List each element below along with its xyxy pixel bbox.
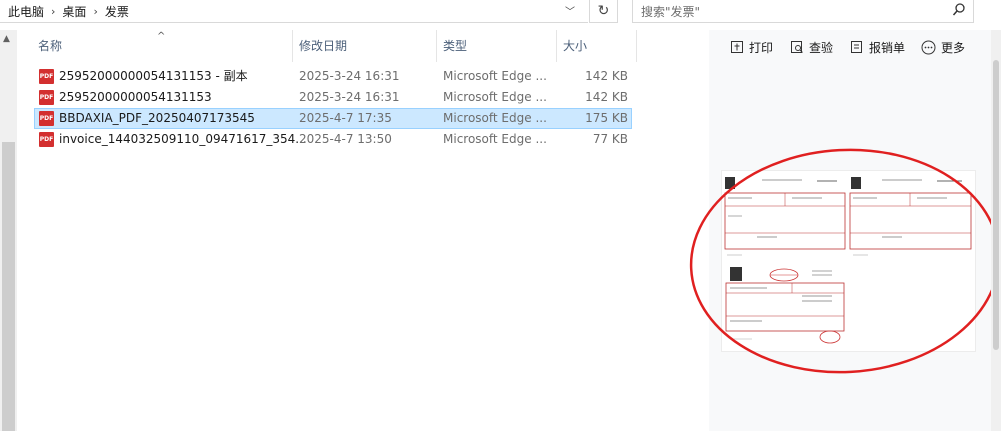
column-divider[interactable]: [556, 30, 557, 62]
breadcrumb-invoice-folder[interactable]: 发票: [105, 3, 129, 20]
report-label: 报销单: [869, 40, 906, 55]
address-bar[interactable]: 此电脑 › 桌面 › 发票 ﹀: [0, 0, 588, 23]
refresh-button[interactable]: ↻: [589, 0, 618, 23]
file-date: 2025-4-7 17:35: [299, 111, 392, 125]
column-divider[interactable]: [436, 30, 437, 62]
column-header-size[interactable]: 大小: [563, 30, 587, 62]
file-type: Microsoft Edge ...: [443, 132, 547, 146]
file-row[interactable]: PDF 25952000000054131153 2025-3-24 16:31…: [34, 87, 632, 108]
column-header-type[interactable]: 类型: [443, 30, 467, 62]
check-label: 查验: [809, 40, 834, 55]
file-type: Microsoft Edge ...: [443, 69, 547, 83]
report-icon: [851, 41, 862, 53]
vertical-scrollbar[interactable]: ▲: [0, 30, 17, 431]
pdf-icon: PDF: [39, 90, 54, 105]
breadcrumb-separator-icon: ›: [93, 4, 98, 18]
file-name: 25952000000054131153: [59, 90, 212, 104]
scrollbar-thumb[interactable]: [2, 142, 15, 431]
check-icon: [791, 41, 803, 53]
file-name: invoice_144032509110_09471617_354...: [59, 132, 307, 146]
more-icon: [921, 40, 936, 54]
report-button[interactable]: 报销单: [850, 37, 905, 57]
print-button[interactable]: 打印: [730, 37, 773, 57]
file-row[interactable]: PDF invoice_144032509110_09471617_354...…: [34, 129, 632, 150]
column-divider[interactable]: [292, 30, 293, 62]
scroll-up-icon[interactable]: ▲: [3, 34, 10, 44]
file-date: 2025-4-7 13:50: [299, 132, 392, 146]
column-header-date[interactable]: 修改日期: [299, 30, 347, 62]
sort-ascending-icon: ^: [157, 31, 166, 42]
column-header-name[interactable]: 名称: [38, 30, 62, 62]
more-label: 更多: [941, 40, 966, 55]
invoice-thumbnail: [724, 177, 846, 256]
more-button[interactable]: 更多: [921, 37, 965, 57]
breadcrumb-this-pc[interactable]: 此电脑: [8, 3, 44, 20]
file-date: 2025-3-24 16:31: [299, 69, 400, 83]
pdf-icon: PDF: [39, 69, 54, 84]
invoice-thumbnail: [849, 177, 972, 256]
breadcrumb-desktop[interactable]: 桌面: [62, 3, 86, 20]
file-size: 175 KB: [585, 111, 628, 125]
pdf-icon: PDF: [39, 111, 54, 126]
invoice-thumbnails: [724, 177, 972, 344]
file-size: 142 KB: [585, 69, 628, 83]
file-type: Microsoft Edge ...: [443, 111, 547, 125]
preview-thumbnail: [721, 170, 976, 352]
search-icon[interactable]: [952, 2, 966, 21]
file-size: 77 KB: [592, 132, 628, 146]
pdf-icon: PDF: [39, 132, 54, 147]
check-button[interactable]: 查验: [790, 37, 833, 57]
preview-scrollbar[interactable]: [991, 30, 1001, 431]
print-icon: [731, 41, 743, 53]
refresh-icon: ↻: [597, 3, 610, 19]
file-row-selected[interactable]: PDF BBDAXIA_PDF_20250407173545 2025-4-7 …: [34, 108, 632, 129]
file-name: BBDAXIA_PDF_20250407173545: [59, 111, 255, 125]
column-divider[interactable]: [636, 30, 637, 62]
search-input[interactable]: 搜索"发票": [641, 3, 700, 20]
print-label: 打印: [749, 40, 774, 55]
chevron-down-icon[interactable]: ﹀: [560, 3, 580, 19]
search-box[interactable]: 搜索"发票": [632, 0, 974, 23]
file-size: 142 KB: [585, 90, 628, 104]
invoice-thumbnail: [725, 267, 845, 344]
file-type: Microsoft Edge ...: [443, 90, 547, 104]
scrollbar-thumb[interactable]: [993, 60, 999, 350]
file-row[interactable]: PDF 25952000000054131153 - 副本 2025-3-24 …: [34, 66, 632, 87]
breadcrumb-separator-icon: ›: [51, 4, 56, 18]
file-name: 25952000000054131153 - 副本: [59, 69, 248, 83]
file-date: 2025-3-24 16:31: [299, 90, 400, 104]
